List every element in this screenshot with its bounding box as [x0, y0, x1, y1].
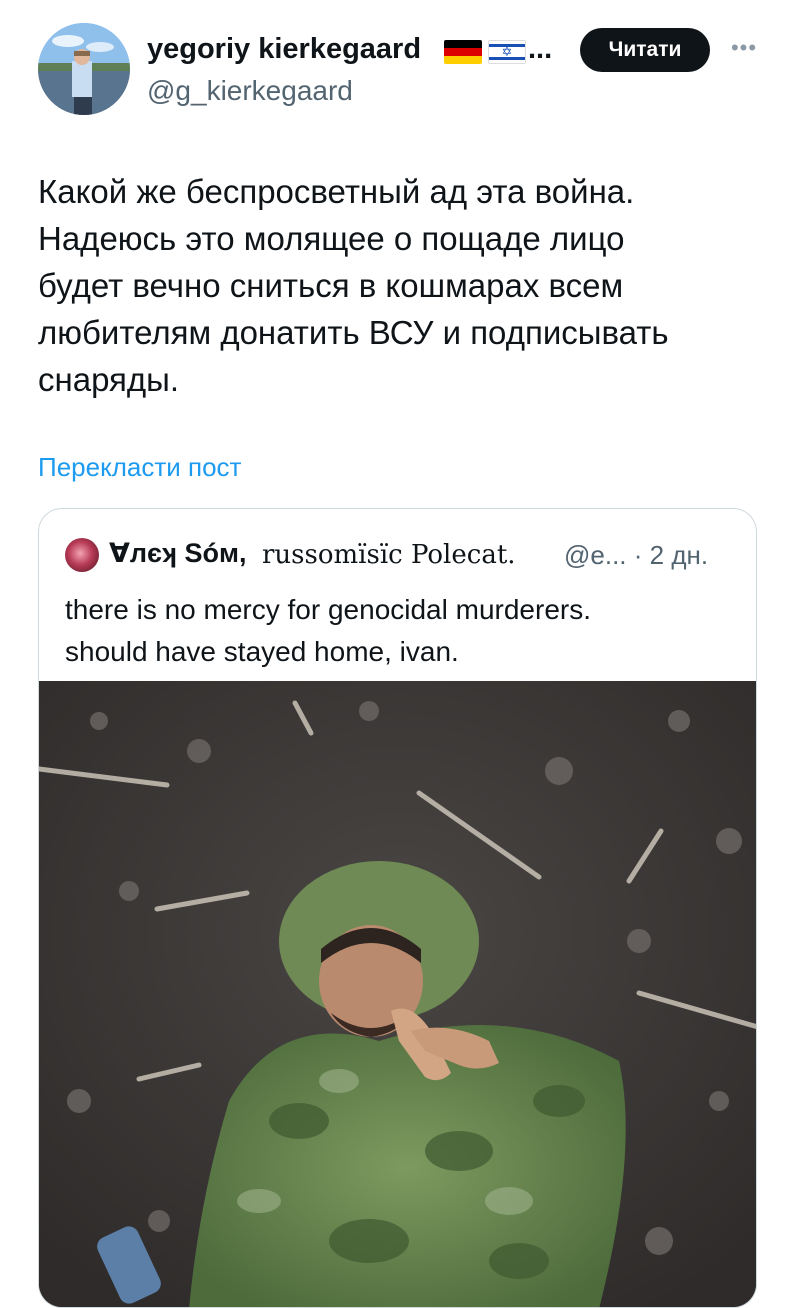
author-display-name[interactable]: yegoriy kierkegaard: [147, 33, 421, 66]
translate-post-link[interactable]: Перекласти пост: [38, 452, 241, 483]
germany-flag-icon: [444, 40, 482, 64]
more-horizontal-icon[interactable]: •••: [726, 30, 762, 66]
follow-button[interactable]: Читати: [580, 28, 710, 72]
quote-handle-time: @e... · 2 дн.: [564, 540, 709, 570]
author-handle[interactable]: @g_kierkegaard: [147, 75, 353, 107]
quote-author-subname: russomïsïc Polecat.: [262, 540, 516, 570]
name-overflow: ...: [528, 33, 553, 65]
tweet-text: Какой же беспросветный ад эта война. Над…: [38, 173, 669, 398]
quoted-tweet-card[interactable]: Ɐлєʞ Sóм, russomïsïc Polecat. @e... · 2 …: [38, 508, 757, 1308]
author-avatar[interactable]: [38, 23, 130, 115]
quote-media-image[interactable]: [39, 681, 756, 1307]
quote-author-avatar[interactable]: [65, 538, 99, 572]
israel-flag-icon: ✡: [488, 40, 526, 64]
quote-author-display-name[interactable]: Ɐлєʞ Sóм,: [109, 538, 246, 569]
quote-text: there is no mercy for genocidal murderer…: [65, 594, 591, 667]
